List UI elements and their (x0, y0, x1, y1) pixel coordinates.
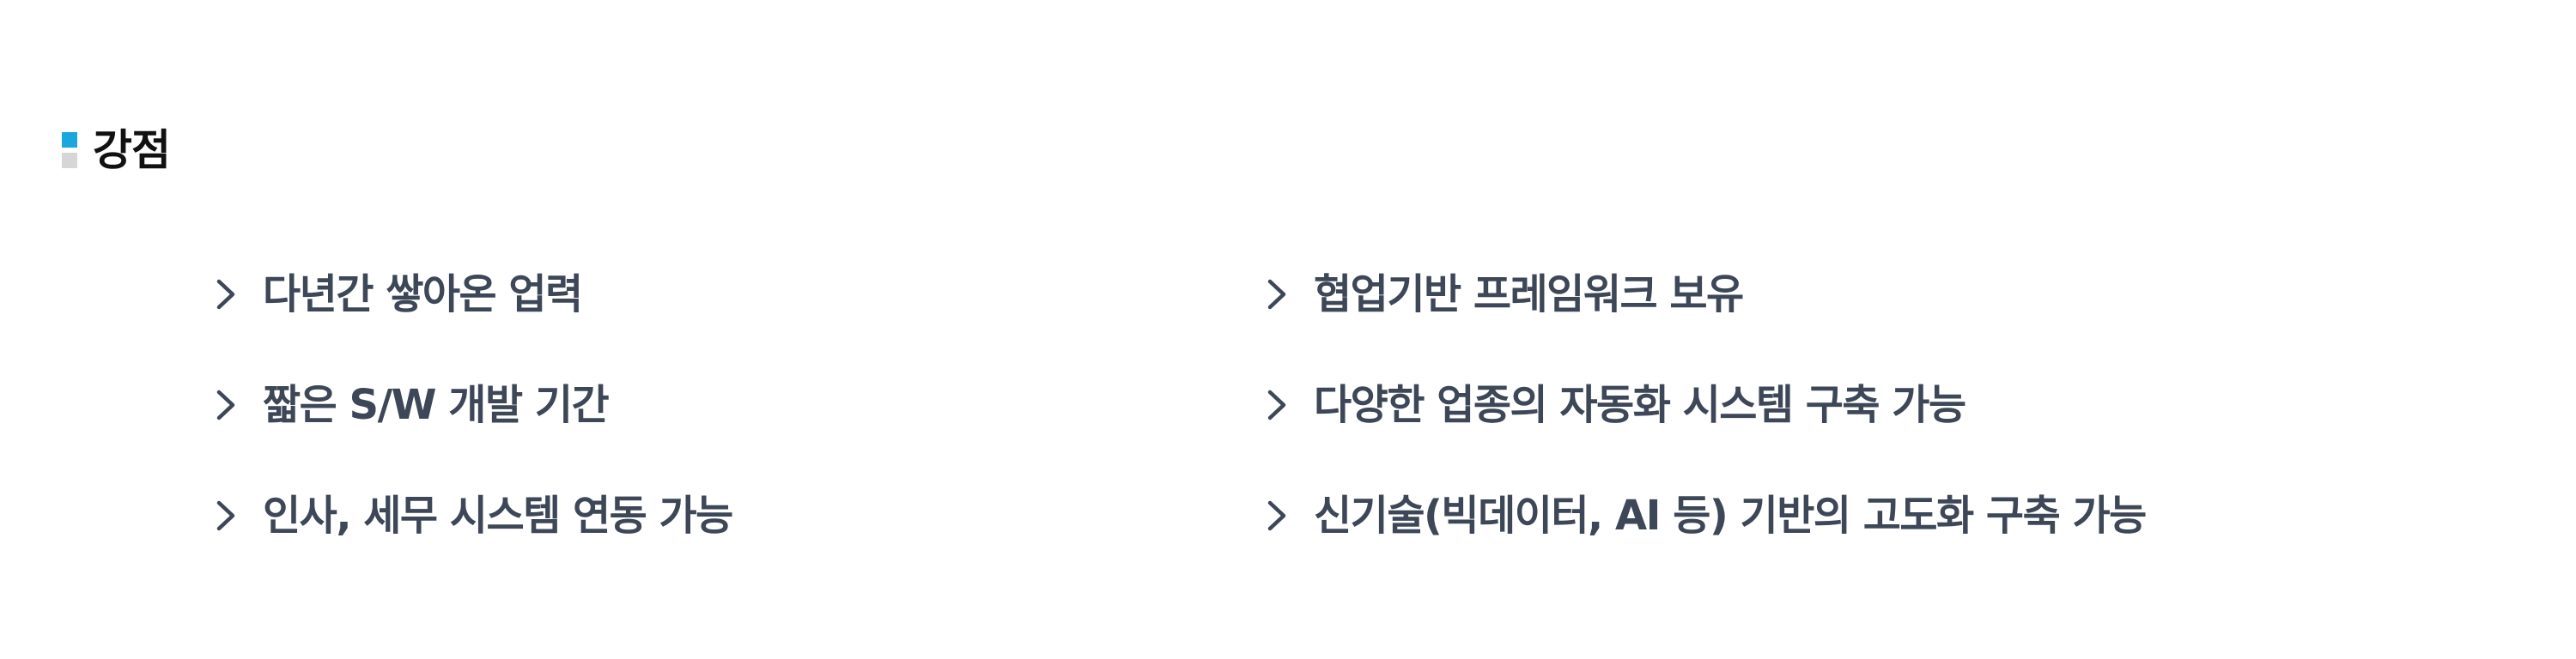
list-item-label: 다년간 쌓아온 업력 (263, 270, 583, 318)
strengths-list-left: 다년간 쌓아온 업력 짧은 S/W 개발 기간 인사, 세무 시스템 연동 가능 (215, 266, 733, 544)
list-item: 다년간 쌓아온 업력 (215, 266, 732, 323)
chevron-right-icon (1266, 499, 1288, 533)
chevron-right-icon (1266, 388, 1288, 422)
chevron-right-icon (1266, 277, 1288, 311)
title-marker-icon (62, 132, 77, 168)
list-item: 짧은 S/W 개발 기간 (215, 377, 732, 433)
section-title: 강점 (93, 125, 171, 175)
list-item-label: 짧은 S/W 개발 기간 (263, 381, 610, 429)
list-item-label: 협업기반 프레임워크 보유 (1314, 270, 1744, 318)
list-item: 다양한 업종의 자동화 시스템 구축 가능 (1266, 377, 2146, 433)
title-marker-bottom (62, 153, 77, 168)
list-item: 협업기반 프레임워크 보유 (1266, 266, 2146, 323)
list-item-label: 다양한 업종의 자동화 시스템 구축 가능 (1314, 381, 1966, 429)
list-item: 신기술(빅데이터, AI 등) 기반의 고도화 구축 가능 (1266, 487, 2147, 544)
title-marker-top (62, 132, 77, 148)
section-header: 강점 (62, 122, 171, 178)
strengths-list-right: 협업기반 프레임워크 보유 다양한 업종의 자동화 시스템 구축 가능 신기술(… (1266, 266, 2147, 544)
list-item-label: 인사, 세무 시스템 연동 가능 (263, 492, 733, 540)
list-item: 인사, 세무 시스템 연동 가능 (215, 487, 733, 544)
chevron-right-icon (215, 388, 237, 422)
list-item-label: 신기술(빅데이터, AI 등) 기반의 고도화 구축 가능 (1314, 492, 2147, 540)
chevron-right-icon (215, 499, 237, 533)
chevron-right-icon (215, 277, 237, 311)
